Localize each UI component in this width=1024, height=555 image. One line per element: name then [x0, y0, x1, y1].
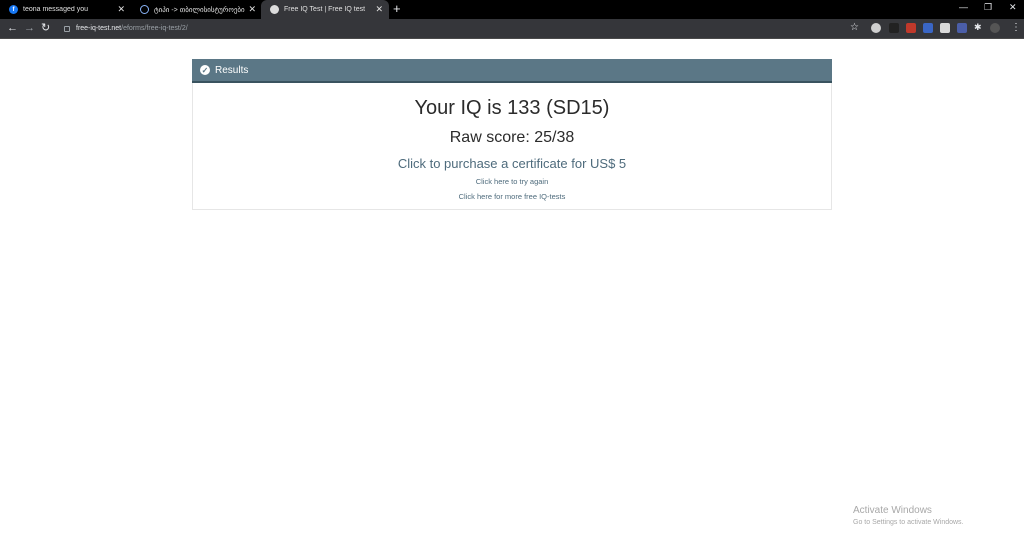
- tab-free-iq-test[interactable]: Free IQ Test | Free IQ test ✕: [261, 0, 389, 19]
- globe-icon: [270, 5, 279, 14]
- bookmark-star-icon[interactable]: ☆: [850, 22, 859, 33]
- tab-title: Free IQ Test | Free IQ test: [284, 6, 366, 13]
- results-title: Results: [215, 64, 249, 76]
- extension-icon[interactable]: [871, 23, 881, 33]
- extension-icon[interactable]: [889, 23, 899, 33]
- restore-icon[interactable]: ❐: [984, 2, 992, 13]
- address-bar[interactable]: free-iq-test.net/eforms/free-iq-test/2/: [58, 22, 864, 35]
- close-window-icon[interactable]: ✕: [1009, 2, 1017, 13]
- close-icon[interactable]: ✕: [117, 4, 125, 14]
- check-circle-icon: ✓: [200, 65, 210, 75]
- tab-strip: f teona messaged you ✕ ტიპი -> თბილისისტ…: [0, 0, 1024, 19]
- purchase-certificate-link[interactable]: Click to purchase a certificate for US$ …: [0, 156, 1024, 171]
- url-domain: free-iq-test.net: [76, 25, 122, 32]
- back-icon[interactable]: ←: [7, 22, 18, 34]
- activate-windows-title: Activate Windows: [853, 505, 932, 516]
- lock-icon: [64, 25, 70, 32]
- avatar[interactable]: [990, 23, 1000, 33]
- extension-icon[interactable]: [957, 23, 967, 33]
- activate-windows-subtitle: Go to Settings to activate Windows.: [853, 519, 964, 526]
- tab-facebook[interactable]: f teona messaged you ✕: [0, 0, 131, 19]
- results-header: ✓ Results: [192, 59, 832, 83]
- new-tab-button[interactable]: +: [393, 2, 401, 16]
- shield-icon: [140, 5, 149, 14]
- extension-icon[interactable]: [940, 23, 950, 33]
- tab-georgian[interactable]: ტიპი -> თბილისისტუროები ✕: [131, 0, 262, 19]
- tab-title: teona messaged you: [23, 6, 88, 13]
- puzzle-icon[interactable]: ✱: [974, 22, 984, 32]
- toolbar-divider: [0, 38, 1024, 39]
- browser-toolbar: ← → ↻ free-iq-test.net/eforms/free-iq-te…: [0, 19, 1024, 38]
- reload-icon[interactable]: ↻: [41, 22, 50, 34]
- more-tests-link[interactable]: Click here for more free IQ-tests: [0, 192, 1024, 201]
- iq-result: Your IQ is 133 (SD15): [414, 97, 610, 119]
- menu-icon[interactable]: ⋮: [1011, 22, 1021, 33]
- minimize-icon[interactable]: —: [959, 2, 968, 12]
- extension-icon[interactable]: [906, 23, 916, 33]
- close-icon[interactable]: ✕: [375, 4, 383, 14]
- try-again-link[interactable]: Click here to try again: [0, 177, 1024, 186]
- url-path: /eforms/free-iq-test/2/: [121, 25, 188, 32]
- url-text: free-iq-test.net/eforms/free-iq-test/2/: [76, 25, 188, 32]
- extension-icon[interactable]: [923, 23, 933, 33]
- raw-score: Raw score: 25/38: [449, 129, 575, 146]
- facebook-icon: f: [9, 5, 18, 14]
- close-icon[interactable]: ✕: [248, 4, 256, 14]
- tab-title: ტიპი -> თბილისისტუროები: [154, 6, 245, 14]
- forward-icon[interactable]: →: [24, 22, 35, 34]
